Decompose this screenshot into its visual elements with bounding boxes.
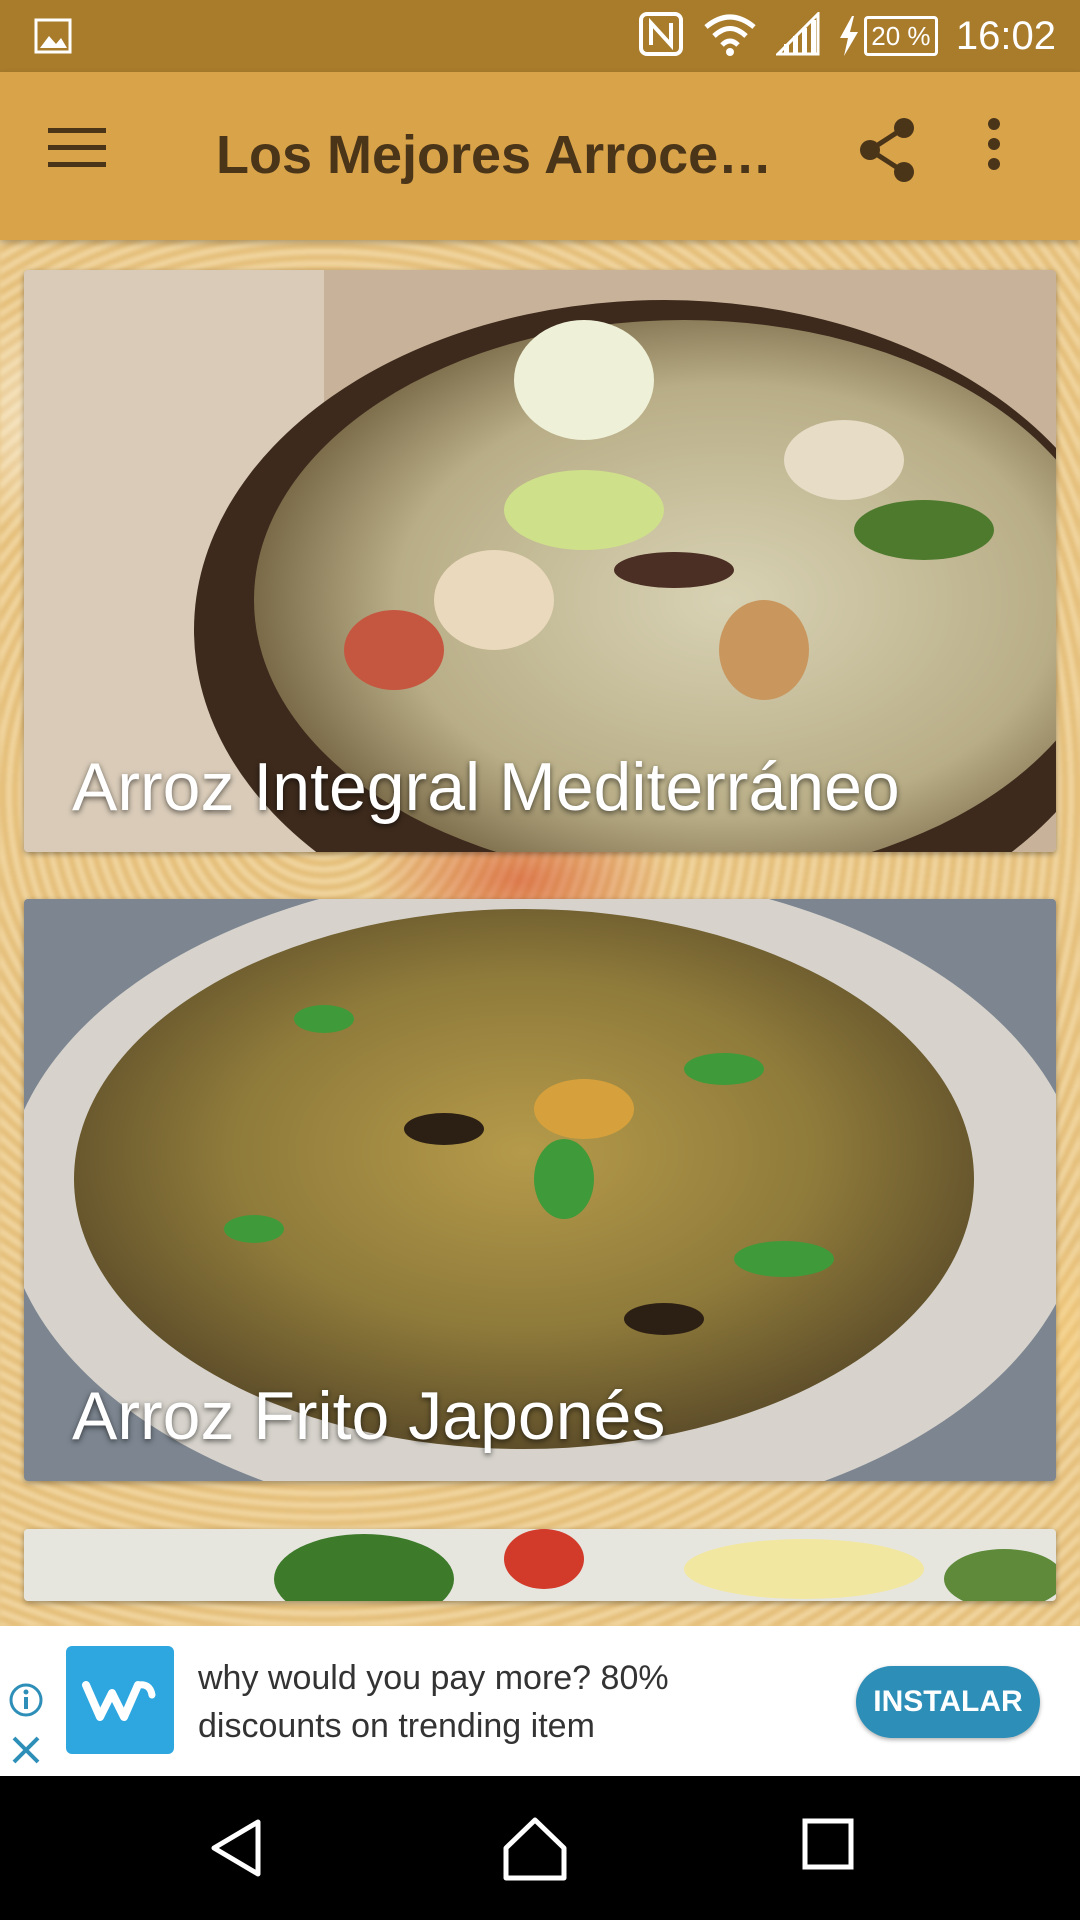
recipe-card[interactable]: Arroz Integral Mediterráneo [24, 270, 1056, 852]
recipe-title: Arroz Integral Mediterráneo [72, 749, 900, 825]
battery-indicator: 20 % [838, 16, 938, 56]
wish-logo-icon[interactable] [66, 1646, 174, 1754]
status-time: 16:02 [955, 13, 1056, 58]
home-icon[interactable] [500, 1816, 580, 1886]
ad-text[interactable]: why would you pay more? 80% discounts on… [198, 1654, 718, 1750]
gallery-icon [34, 18, 72, 54]
page-title: Los Mejores Arroce… [216, 125, 773, 185]
recent-apps-icon[interactable] [800, 1816, 880, 1886]
charging-icon [839, 16, 858, 56]
recipe-card[interactable] [24, 1529, 1056, 1601]
battery-percent: 20 % [871, 20, 931, 51]
battery-icon: 20 % [863, 16, 938, 56]
nfc-icon [638, 11, 684, 61]
recipe-image [24, 1529, 1056, 1601]
status-bar: 20 % 16:02 [0, 0, 1080, 72]
app-bar: Los Mejores Arroce… [0, 72, 1080, 240]
ad-banner[interactable]: why would you pay more? 80% discounts on… [0, 1626, 1080, 1776]
navigation-bar [0, 1776, 1080, 1920]
install-button[interactable]: INSTALAR [856, 1666, 1040, 1738]
hamburger-menu-icon[interactable] [48, 126, 120, 186]
more-vert-icon[interactable] [986, 116, 1042, 196]
wifi-icon [702, 11, 758, 61]
status-icons: 20 % 16:02 [638, 0, 1056, 72]
signal-icon [774, 10, 820, 60]
recipe-card[interactable]: Arroz Frito Japonés [24, 899, 1056, 1481]
share-icon[interactable] [856, 116, 936, 196]
close-icon[interactable] [8, 1732, 44, 1768]
back-icon[interactable] [206, 1816, 286, 1886]
recipe-title: Arroz Frito Japonés [72, 1378, 666, 1454]
info-icon[interactable] [8, 1682, 44, 1718]
